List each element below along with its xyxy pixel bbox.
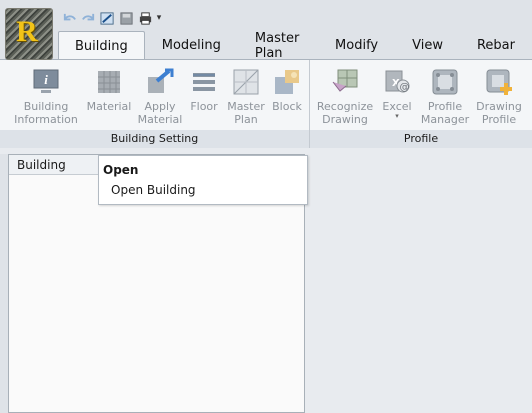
material-label: Material [86, 100, 132, 113]
master-plan-button[interactable]: Master Plan [224, 66, 268, 126]
recognize-drawing-button[interactable]: Recognize Drawing [314, 66, 376, 126]
apply-material-label: Apply Material [137, 100, 183, 126]
ribbon-tabs: Building Modeling Master Plan Modify Vie… [58, 31, 532, 61]
profile-manager-button[interactable]: Profile Manager [418, 66, 472, 126]
block-label: Block [272, 100, 302, 113]
floor-icon [188, 66, 220, 98]
master-plan-label: Master Plan [227, 100, 265, 126]
redo-icon[interactable] [79, 9, 97, 27]
app-logo-letter: R [16, 15, 38, 48]
recognize-drawing-label: Recognize Drawing [316, 100, 374, 126]
tab-building[interactable]: Building [58, 31, 145, 60]
quick-access-toolbar: ▾ [60, 9, 163, 27]
open-dropdown-menu: Open Open Building [98, 155, 308, 205]
save-icon[interactable] [117, 9, 135, 27]
master-plan-icon [230, 66, 262, 98]
excel-dropdown-icon[interactable]: ▾ [395, 113, 399, 120]
drawing-profile-icon [483, 66, 515, 98]
group-building-setting: i Building Information Material Apply Ma… [0, 60, 310, 148]
tab-modify[interactable]: Modify [318, 31, 395, 59]
material-icon [93, 66, 125, 98]
group-label-profile: Profile [310, 130, 532, 148]
open-file-icon[interactable] [98, 9, 116, 27]
group-label-building-setting: Building Setting [0, 130, 309, 148]
customize-icon[interactable]: ▾ [155, 13, 163, 23]
recognize-drawing-icon [329, 66, 361, 98]
ribbon-panel: i Building Information Material Apply Ma… [0, 59, 532, 148]
title-bar: R ▾ Building Modeling Master Plan Modify… [0, 0, 532, 61]
svg-text:@: @ [400, 82, 410, 93]
app-menu-button[interactable]: R [5, 8, 53, 60]
floor-button[interactable]: Floor [186, 66, 222, 113]
floor-label: Floor [190, 100, 218, 113]
tab-view[interactable]: View [395, 31, 460, 59]
block-icon [271, 66, 303, 98]
panel-dock-strip [0, 154, 8, 413]
building-information-button[interactable]: i Building Information [12, 66, 80, 126]
svg-text:i: i [44, 72, 48, 87]
info-icon: i [30, 66, 62, 98]
print-icon[interactable] [136, 9, 154, 27]
tab-master-plan[interactable]: Master Plan [238, 31, 318, 61]
apply-material-icon [144, 66, 176, 98]
building-information-label: Building Information [14, 100, 78, 126]
excel-icon: X @ [381, 66, 413, 98]
profile-manager-label: Profile Manager [420, 100, 470, 126]
block-button[interactable]: Block [270, 66, 304, 113]
apply-material-button[interactable]: Apply Material [137, 66, 183, 126]
tab-modeling[interactable]: Modeling [145, 31, 238, 59]
drawing-profile-label: Drawing Profile [476, 100, 522, 126]
tab-rebar[interactable]: Rebar [460, 31, 532, 59]
material-button[interactable]: Material [84, 66, 134, 113]
group-profile: Recognize Drawing X @ Excel ▾ Profile Man… [310, 60, 532, 148]
drawing-profile-button[interactable]: Drawing Profile [474, 66, 524, 126]
open-menu-title: Open [103, 163, 139, 177]
profile-manager-icon [429, 66, 461, 98]
undo-icon[interactable] [60, 9, 78, 27]
excel-button[interactable]: X @ Excel ▾ [378, 66, 416, 120]
workspace-area[interactable] [305, 148, 532, 413]
open-building-menu-item[interactable]: Open Building [111, 183, 196, 197]
